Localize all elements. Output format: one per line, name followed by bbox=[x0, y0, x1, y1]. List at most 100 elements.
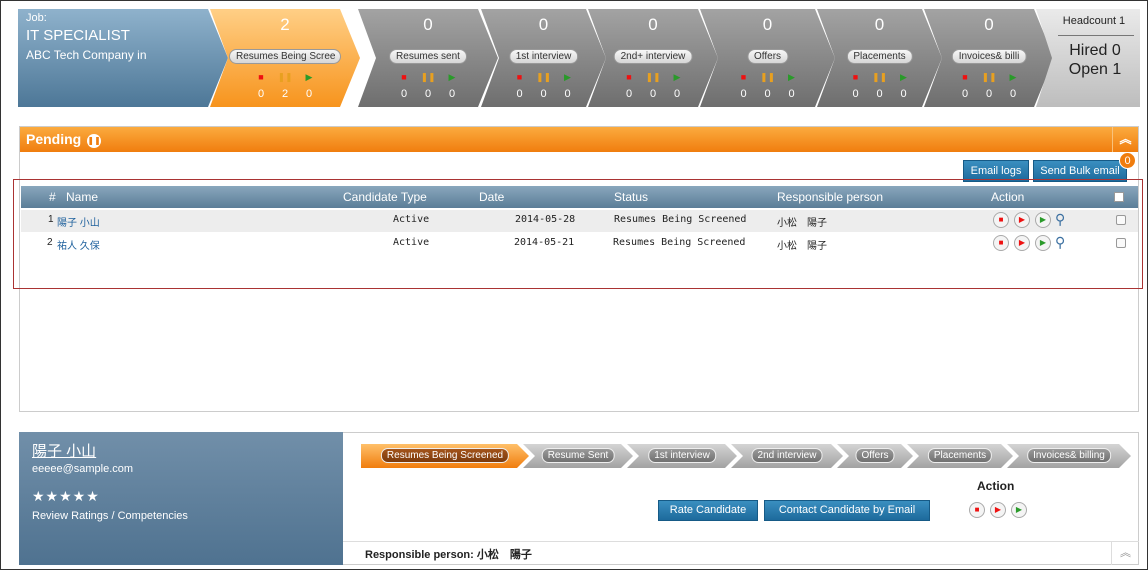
col-date[interactable]: Date bbox=[479, 190, 504, 204]
col-name[interactable]: Name bbox=[66, 190, 98, 204]
stop-icon[interactable]: ■ bbox=[953, 72, 977, 82]
candidate-name[interactable]: 陽子 小山 bbox=[32, 440, 96, 461]
play-icon[interactable]: ▶ bbox=[1014, 235, 1030, 251]
stage-label: Invoices& billi bbox=[951, 49, 1027, 64]
pending-title: Pending bbox=[26, 131, 82, 147]
contact-candidate-button[interactable]: Contact Candidate by Email bbox=[764, 500, 930, 521]
stage-count: 0 bbox=[538, 15, 549, 34]
play-count: 0 bbox=[900, 88, 907, 100]
collapse-button[interactable]: ︽ bbox=[1112, 127, 1138, 152]
stop-icon[interactable]: ■ bbox=[508, 72, 532, 82]
stage-count: 0 bbox=[874, 15, 885, 34]
responsible-person: Responsible person: 小松 陽子 bbox=[365, 549, 532, 561]
table-row[interactable]: 2 祐人 久保 Active 2014-05-21 Resumes Being … bbox=[21, 233, 1138, 255]
play-icon[interactable]: ▶ bbox=[556, 72, 580, 83]
stage-count: 0 bbox=[423, 15, 433, 34]
row-status: Resumes Being Screened bbox=[614, 214, 747, 225]
stop-count: 0 bbox=[961, 88, 969, 100]
step-invoices-billing[interactable]: Invoices& billing bbox=[1007, 444, 1131, 468]
play-count: 0 bbox=[448, 88, 456, 100]
play-icon[interactable]: ▶ bbox=[1011, 502, 1027, 518]
play-icon[interactable]: ▶ bbox=[1014, 212, 1030, 228]
pause-icon[interactable]: ❚❚ bbox=[532, 72, 556, 83]
headcount-label: Headcount 1 bbox=[1062, 15, 1126, 27]
stop-icon[interactable]: ■ bbox=[969, 502, 985, 518]
col-num: # bbox=[49, 190, 56, 204]
pause-icon[interactable]: ❚❚ bbox=[641, 72, 665, 83]
play-icon[interactable]: ▶ bbox=[1035, 235, 1051, 251]
bulk-email-badge: 0 bbox=[1119, 152, 1136, 169]
search-icon[interactable]: ⚲ bbox=[1055, 234, 1065, 251]
row-checkbox[interactable] bbox=[1116, 238, 1126, 248]
step-resume-sent[interactable]: Resume Sent bbox=[523, 444, 633, 468]
job-info: Job: IT SPECIALIST ABC Tech Company in bbox=[18, 9, 228, 107]
rate-candidate-button[interactable]: Rate Candidate bbox=[658, 500, 758, 521]
pause-icon[interactable]: ❚❚ bbox=[756, 72, 780, 83]
play-icon[interactable]: ▶ bbox=[892, 72, 916, 83]
col-candidate-type[interactable]: Candidate Type bbox=[343, 190, 427, 204]
col-status[interactable]: Status bbox=[614, 190, 648, 204]
pause-icon[interactable]: ❚❚ bbox=[273, 72, 297, 83]
play-icon[interactable]: ▶ bbox=[665, 72, 689, 83]
stage-invoices-billing[interactable]: 0 Invoices& billi ■ ❚❚ ▶ 0 0 0 bbox=[924, 9, 1054, 107]
play-icon[interactable]: ▶ bbox=[990, 502, 1006, 518]
play-icon[interactable]: ▶ bbox=[297, 72, 321, 83]
stop-icon[interactable]: ■ bbox=[617, 72, 641, 82]
step-2nd-interview[interactable]: 2nd interview bbox=[731, 444, 843, 468]
stage-count: 0 bbox=[984, 15, 994, 34]
step-label: Resumes Being Screened bbox=[381, 448, 509, 463]
play-count: 0 bbox=[788, 88, 795, 100]
review-ratings-label[interactable]: Review Ratings / Competencies bbox=[32, 510, 188, 522]
stop-icon[interactable]: ■ bbox=[844, 72, 868, 82]
search-icon[interactable]: ⚲ bbox=[1055, 211, 1065, 228]
stop-icon[interactable]: ■ bbox=[993, 212, 1009, 228]
play-count: 0 bbox=[1009, 88, 1017, 100]
pause-count: 2 bbox=[281, 88, 289, 100]
action-title: Action bbox=[977, 479, 1015, 493]
star-rating[interactable]: ★★★★★ bbox=[32, 488, 100, 505]
candidate-type: Active bbox=[393, 237, 430, 248]
step-placements[interactable]: Placements bbox=[907, 444, 1013, 468]
pause-count: 0 bbox=[540, 88, 547, 100]
step-1st-interview[interactable]: 1st interview bbox=[627, 444, 737, 468]
row-date: 2014-05-28 bbox=[515, 214, 576, 225]
pause-count: 0 bbox=[649, 88, 657, 100]
pause-count: 0 bbox=[876, 88, 883, 100]
stop-count: 0 bbox=[740, 88, 747, 100]
table-row[interactable]: 1 陽子 小山 Active 2014-05-28 Resumes Being … bbox=[21, 210, 1138, 232]
stage-label: Resumes Being Scree bbox=[229, 49, 341, 64]
col-responsible[interactable]: Responsible person bbox=[777, 190, 883, 204]
stop-count: 0 bbox=[516, 88, 523, 100]
play-icon[interactable]: ▶ bbox=[1001, 72, 1025, 83]
collapse-button[interactable]: ︽ bbox=[1111, 542, 1139, 565]
stage-resumes-sent[interactable]: 0 Resumes sent ■ ❚❚ ▶ 0 0 0 bbox=[358, 9, 498, 107]
divider bbox=[343, 541, 1139, 542]
stage-1st-interview[interactable]: 0 1st interview ■ ❚❚ ▶ 0 0 0 bbox=[481, 9, 606, 107]
step-label: 2nd interview bbox=[752, 448, 823, 463]
pause-icon[interactable]: ❚❚ bbox=[868, 72, 892, 83]
stage-label: 2nd+ interview bbox=[613, 49, 693, 64]
stage-placements[interactable]: 0 Placements ■ ❚❚ ▶ 0 0 0 bbox=[817, 9, 942, 107]
stage-2nd-interview[interactable]: 0 2nd+ interview ■ ❚❚ ▶ 0 0 0 bbox=[588, 9, 718, 107]
stop-icon[interactable]: ■ bbox=[993, 235, 1009, 251]
stage-offers[interactable]: 0 Offers ■ ❚❚ ▶ 0 0 0 bbox=[700, 9, 835, 107]
candidate-name-link[interactable]: 祐人 久保 bbox=[57, 237, 100, 252]
pause-icon[interactable]: ❚❚ bbox=[977, 72, 1001, 83]
play-icon[interactable]: ▶ bbox=[780, 72, 804, 83]
stop-icon[interactable]: ■ bbox=[249, 72, 273, 82]
step-label: Placements bbox=[928, 448, 992, 463]
step-resumes-being-screened[interactable]: Resumes Being Screened bbox=[361, 444, 529, 468]
grid-header: # Name Candidate Type Date Status Respon… bbox=[21, 186, 1138, 208]
play-icon[interactable]: ▶ bbox=[440, 72, 464, 83]
pause-count: 0 bbox=[424, 88, 432, 100]
pause-icon: ❚❚ bbox=[87, 134, 102, 148]
select-all-checkbox[interactable] bbox=[1114, 192, 1124, 202]
row-checkbox[interactable] bbox=[1116, 215, 1126, 225]
stop-icon[interactable]: ■ bbox=[392, 72, 416, 82]
stage-resumes-being-screened[interactable]: 2 Resumes Being Scree ■ ❚❚ ▶ 0 2 0 bbox=[210, 9, 360, 107]
stop-icon[interactable]: ■ bbox=[732, 72, 756, 82]
pause-icon[interactable]: ❚❚ bbox=[416, 72, 440, 83]
candidate-name-link[interactable]: 陽子 小山 bbox=[57, 214, 100, 229]
play-icon[interactable]: ▶ bbox=[1035, 212, 1051, 228]
row-num: 1 bbox=[48, 214, 54, 225]
